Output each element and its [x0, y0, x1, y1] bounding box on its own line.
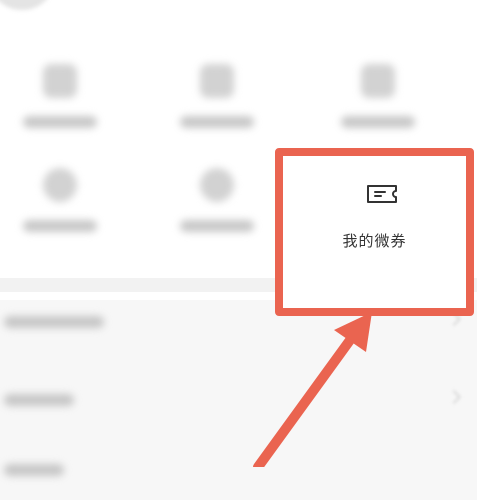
list-item-label [4, 394, 74, 406]
list-item[interactable] [0, 440, 477, 500]
clock-icon [43, 168, 77, 202]
grid-item-2-label [180, 116, 254, 128]
grid-item-3-label [341, 116, 415, 128]
grid-item-1-label [23, 116, 97, 128]
box-icon [200, 64, 234, 98]
grid-item-5-label [180, 220, 254, 232]
bag-icon [361, 64, 395, 98]
highlight-box: 我的微券 [275, 148, 474, 316]
grid-item-1[interactable] [0, 64, 120, 154]
grid-item-2[interactable] [157, 64, 277, 154]
document-icon [43, 64, 77, 98]
avatar[interactable] [0, 0, 52, 10]
list-item-label [4, 316, 104, 328]
person-icon [200, 168, 234, 202]
grid-item-3[interactable] [318, 64, 438, 154]
list-item-label [4, 464, 64, 476]
grid-item-4[interactable] [0, 168, 120, 258]
grid-item-5[interactable] [157, 168, 277, 258]
chevron-right-icon [446, 389, 462, 405]
my-coupons-label: 我的微券 [342, 232, 407, 250]
list-item[interactable] [0, 370, 477, 430]
ticket-icon [367, 185, 397, 203]
grid-item-4-label [23, 220, 97, 232]
my-coupons-button[interactable]: 我的微券 [283, 156, 466, 308]
